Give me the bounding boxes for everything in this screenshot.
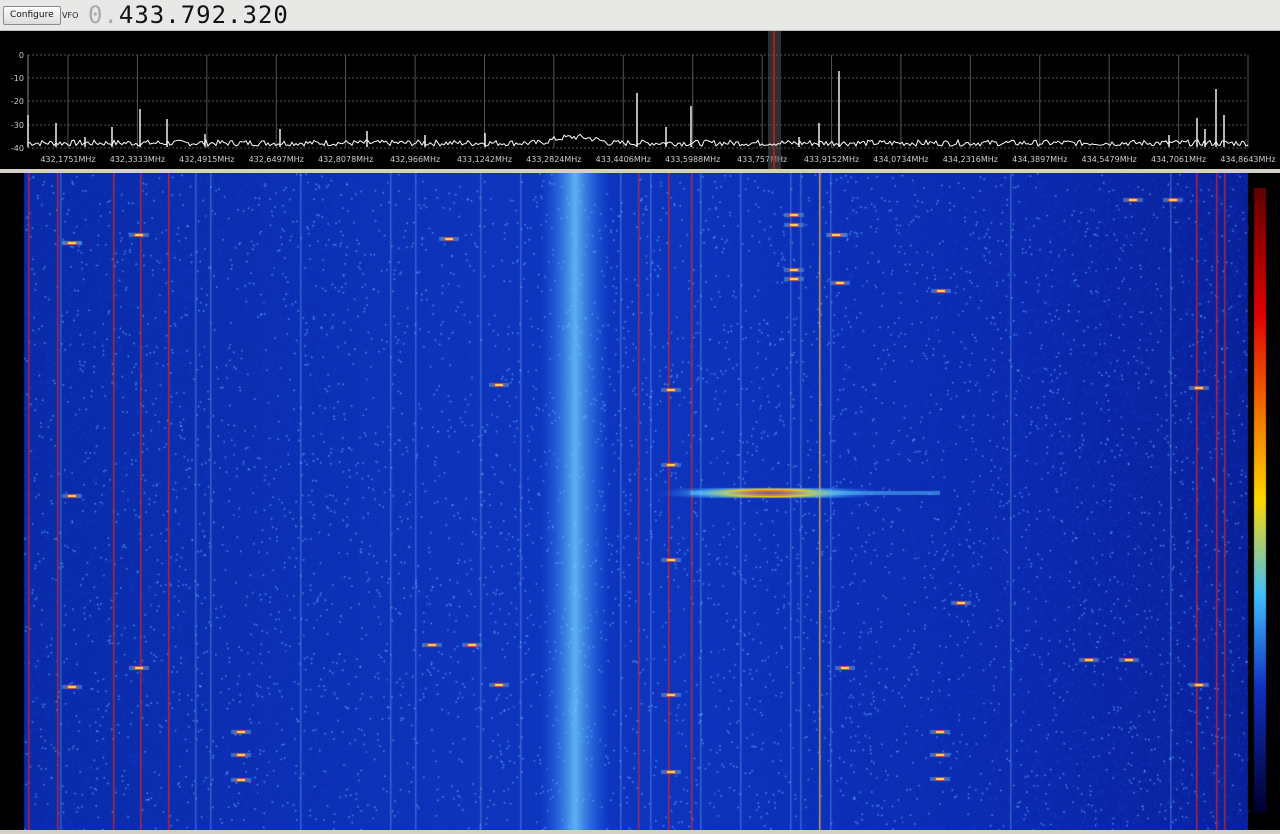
frequency-lead-digit: 0. (88, 1, 119, 29)
toolbar: Configure VFO 0.433.792.320 (0, 0, 1280, 31)
frequency-tick-label: 432,8078MHz (318, 155, 373, 164)
waterfall-canvas (0, 173, 1280, 830)
db-tick-label: -40 (11, 144, 24, 153)
frequency-axis-labels: 432,1751MHz 432,3333MHz 432,4915MHz 432,649… (40, 155, 1275, 164)
db-tick-label: -10 (11, 74, 24, 83)
frequency-tick-label: 434,7061MHz (1151, 155, 1206, 164)
db-axis-labels: 0 -10 -20 -30 -40 (11, 51, 24, 153)
vfo-label: VFO (62, 11, 79, 20)
spectrum-grid (27, 54, 1249, 149)
frequency-tick-label: 432,4915MHz (179, 155, 234, 164)
frequency-tick-label: 433,2824MHz (526, 155, 581, 164)
frequency-tick-label: 433,5988MHz (665, 155, 720, 164)
spectrum-plot[interactable]: 0 -10 -20 -30 -40 432,1751MHz 432,3333MHz 432,… (0, 31, 1280, 169)
db-tick-label: 0 (19, 51, 24, 60)
frequency-tick-label: 432,6497MHz (249, 155, 304, 164)
frequency-tick-label: 434,5479MHz (1082, 155, 1137, 164)
waterfall-display[interactable] (0, 173, 1280, 830)
db-tick-label: -30 (11, 121, 24, 130)
frequency-tick-label: 434,2316MHz (943, 155, 998, 164)
frequency-tick-label: 434,8643MHz (1220, 155, 1275, 164)
spectrum-trace (27, 133, 1249, 147)
spectrum-peaks (27, 71, 1225, 147)
frequency-tick-label: 433,4406MHz (596, 155, 651, 164)
frequency-tick-label: 434,0734MHz (873, 155, 928, 164)
frequency-tick-label: 433,1242MHz (457, 155, 512, 164)
frequency-tick-label: 433,9152MHz (804, 155, 859, 164)
spectrum-svg: 0-10-20-30-40 432,1751MHz 432,3333MHz 432,… (11, 31, 1276, 169)
vfo-frequency-display[interactable]: 0.433.792.320 (88, 1, 289, 29)
frequency-tick-label: 432,3333MHz (110, 155, 165, 164)
frequency-digits: 433.792.320 (118, 1, 289, 29)
frequency-tick-label: 432,1751MHz (40, 155, 95, 164)
db-tick-label: -20 (11, 97, 24, 106)
frequency-tick-label: 432,966MHz (390, 155, 440, 164)
configure-button[interactable]: Configure (3, 6, 61, 25)
frequency-tick-label: 434,3897MHz (1012, 155, 1067, 164)
